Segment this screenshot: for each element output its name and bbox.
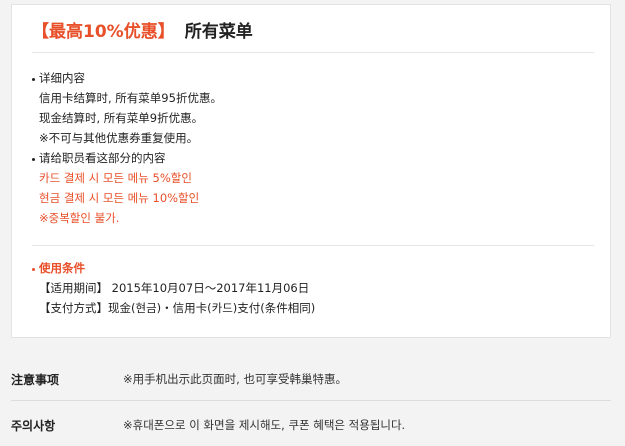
payment-method: 【支付方式】现金(현금)・信用卡(카드)支付(条件相同): [39, 301, 316, 315]
note-row-korean: 주의사항 ※휴대폰으로 이 화면을 제시해도, 쿠폰 혜택은 적용됩니다.: [11, 405, 611, 445]
bullet-icon: [32, 158, 35, 161]
note-label: 注意事项: [11, 373, 60, 387]
details-line: 信用卡结算时, 所有菜单95折优惠。: [39, 91, 222, 105]
note-label: 주의사항: [11, 419, 56, 433]
validity-period: 【适用期间】 2015年10月07日～2017年11月06日: [39, 281, 310, 295]
staff-line: 현금 결제 시 모든 메뉴 10%할인: [39, 191, 200, 205]
note-value: ※用手机出示此页面时, 也可享受韩巢特惠。: [123, 372, 347, 386]
note-row-chinese: 注意事项 ※用手机出示此页面时, 也可享受韩巢特惠。: [11, 359, 611, 399]
staff-line: 카드 결제 시 모든 메뉴 5%할인: [39, 171, 192, 185]
promo-tag: 【最高10%优惠】: [32, 22, 175, 42]
details-line: 现金结算时, 所有菜单9折优惠。: [39, 111, 204, 125]
conditions-divider: [32, 245, 594, 246]
staff-heading: 请给职员看这部分的内容: [39, 151, 166, 165]
note-divider: [11, 400, 611, 401]
coupon-title-row: 【最高10%优惠】 所有菜单: [32, 17, 253, 42]
staff-line: ※중복할인 불가.: [39, 211, 120, 225]
details-line: ※不可与其他优惠券重复使用。: [39, 131, 199, 145]
coupon-card: 【最高10%优惠】 所有菜单 详细内容 信用卡结算时, 所有菜单95折优惠。 现…: [11, 4, 611, 338]
details-heading: 详细内容: [39, 71, 85, 85]
bullet-icon: [32, 78, 35, 81]
conditions-heading: 使用条件: [39, 261, 85, 275]
title-divider: [32, 52, 594, 53]
coupon-title: 所有菜单: [184, 22, 253, 42]
note-value: ※휴대폰으로 이 화면을 제시해도, 쿠폰 혜택은 적용됩니다.: [123, 418, 406, 432]
bullet-icon: [32, 268, 35, 271]
